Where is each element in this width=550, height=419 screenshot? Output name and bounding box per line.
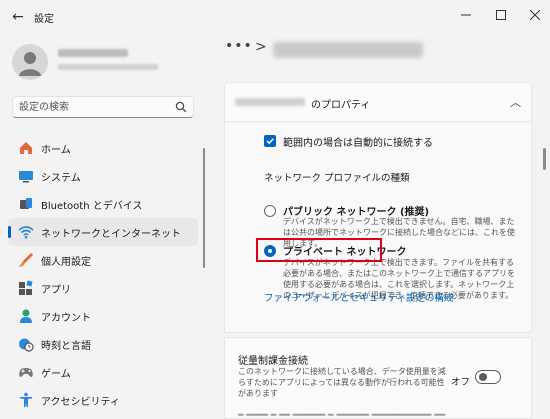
sidebar-item-label: ネットワークとインターネット <box>41 229 181 240</box>
user-email-redacted <box>58 64 158 70</box>
metered-connection-toggle[interactable] <box>475 370 501 384</box>
sidebar-item-gaming[interactable]: ゲーム <box>8 358 198 386</box>
sidebar-item-bluetooth[interactable]: Bluetooth とデバイス <box>8 190 198 218</box>
sidebar-item-label: ゲーム <box>41 369 71 380</box>
settings-search-box[interactable] <box>12 96 194 118</box>
sidebar-item-network[interactable]: ネットワークとインターネット <box>8 218 198 246</box>
metered-connection-desc: このネットワークに接続している場合、データ使用量を減らすためにアプリによっては異… <box>238 367 446 398</box>
monitor-icon <box>19 171 33 183</box>
sidebar-item-label: アプリ <box>41 285 71 296</box>
sidebar-item-label: ホーム <box>41 145 71 156</box>
sidebar-item-label: アクセシビリティ <box>41 397 120 408</box>
user-name-redacted <box>58 49 128 57</box>
properties-title: のプロパティ <box>311 100 371 111</box>
sidebar-item-apps[interactable]: アプリ <box>8 274 198 302</box>
toggle-knob <box>479 373 487 381</box>
breadcrumb-chevron-icon: > <box>255 39 267 55</box>
sidebar-item-personalization[interactable]: 個人用設定 <box>8 246 198 274</box>
auto-connect-checkbox[interactable] <box>264 135 276 147</box>
chevron-up-icon[interactable]: ︿ <box>510 94 521 110</box>
sidebar-item-time-language[interactable]: 時刻と言語 <box>8 330 198 358</box>
sidebar-item-system[interactable]: システム <box>8 162 198 190</box>
gamepad-icon <box>19 368 33 377</box>
maximize-icon[interactable] <box>486 5 516 25</box>
back-arrow-icon[interactable]: ← <box>10 9 26 25</box>
cut-off-row: ━ ━━━━ ━ ━━ ━━━━━━ ━ ━━━━━━ ━━━━━━━━━━━ … <box>238 411 446 419</box>
avatar[interactable] <box>12 44 48 80</box>
sidebar-item-label: システム <box>41 173 81 184</box>
title-bar: ← 設定 <box>0 0 550 34</box>
active-indicator <box>8 226 11 238</box>
metered-connection-title: 従量制課金接続 <box>238 356 308 367</box>
home-icon <box>20 142 32 154</box>
metered-toggle-state: オフ <box>451 377 471 388</box>
sidebar-item-label: アカウント <box>41 313 91 324</box>
accessibility-icon <box>20 392 32 407</box>
network-name-redacted <box>235 98 305 106</box>
firewall-settings-link[interactable]: ファイアウォールとセキュリティ設定の構成 <box>264 290 453 304</box>
search-input[interactable] <box>19 100 169 114</box>
person-icon <box>20 309 32 323</box>
apps-icon <box>19 280 33 295</box>
sidebar-scrollbar[interactable] <box>203 148 205 268</box>
minimize-icon[interactable] <box>451 5 481 25</box>
globe-clock-icon <box>19 338 34 352</box>
sidebar-item-accessibility[interactable]: アクセシビリティ <box>8 386 198 414</box>
close-icon[interactable] <box>520 5 550 25</box>
main-scrollbar[interactable] <box>543 148 546 170</box>
window-title: 設定 <box>34 14 54 25</box>
public-network-radio[interactable] <box>264 205 276 217</box>
sidebar-nav: ホーム システム Bluetooth とデバイス ネットワークとインターネット … <box>8 134 198 414</box>
breadcrumb-network-name-redacted <box>273 42 423 58</box>
brush-icon <box>19 253 33 267</box>
sidebar-item-accounts[interactable]: アカウント <box>8 302 198 330</box>
properties-header[interactable]: のプロパティ ︿ <box>224 82 532 122</box>
sidebar-item-home[interactable]: ホーム <box>8 134 198 162</box>
profile-section-title: ネットワーク プロファイルの種類 <box>264 173 410 184</box>
sidebar-item-label: Bluetooth とデバイス <box>41 201 143 212</box>
wifi-icon <box>18 226 34 239</box>
bluetooth-icon <box>20 198 32 209</box>
breadcrumb-more-button[interactable]: ••• <box>225 38 253 54</box>
sidebar-item-label: 個人用設定 <box>41 257 91 268</box>
sidebar-item-label: 時刻と言語 <box>41 341 91 352</box>
highlight-box <box>256 238 382 262</box>
auto-connect-label: 範囲内の場合は自動的に接続する <box>283 138 433 149</box>
search-icon[interactable] <box>175 101 187 113</box>
